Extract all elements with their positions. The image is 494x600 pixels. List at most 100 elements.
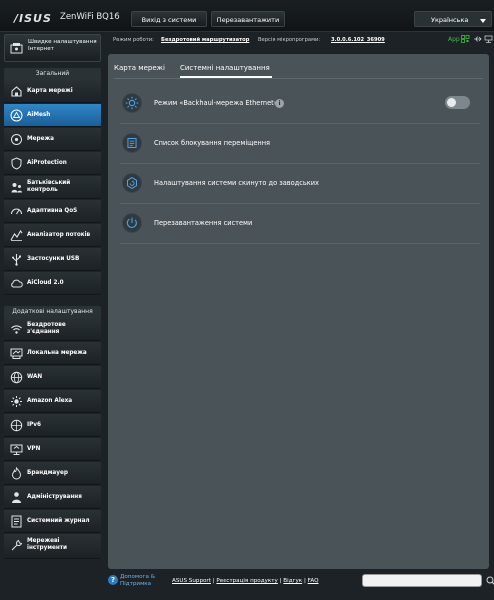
sidebar-item-label: WAN [27,374,43,380]
mode-link[interactable]: Бездротовий маршрутизатор [161,37,249,43]
roaming-block-list-label: Список блокування переміщення [154,139,271,147]
ethernet-backhaul-row: Режим «Backhaul-мережа Ethernet» i [120,84,480,124]
sidebar-item-label: Брандмауер [27,470,68,476]
sidebar-item-wan[interactable]: WAN [4,366,101,389]
faq-link[interactable]: FAQ [308,578,319,584]
chevron-down-icon [480,19,486,23]
tab-network-map[interactable]: Карта мережі [114,64,165,72]
quick-setup-label: Швидке налаштування Інтернет [28,39,97,52]
sidebar-item-label: Мережа [27,136,54,142]
sidebar-item-lan[interactable]: Локальна мережа [4,342,101,365]
ethernet-backhaul-label: Режим «Backhaul-мережа Ethernet» [154,99,278,107]
toggle-knob [447,98,456,107]
sidebar-item-network[interactable]: Мережа [4,128,101,151]
sidebar-item-aiprotection[interactable]: AiProtection [4,152,101,175]
reset-icon [122,173,142,193]
network-status-icon[interactable] [484,35,493,43]
network-icon [11,134,22,145]
roaming-block-list-row[interactable]: Список блокування переміщення [120,124,480,164]
network-tools-icon [11,539,23,551]
sidebar-item-label: IPv6 [27,422,41,428]
reboot-button[interactable]: Перезавантажити [211,11,285,27]
sidebar-item-label: AiMesh [27,112,51,118]
qos-icon [10,208,23,215]
quick-internet-setup[interactable]: Швидке налаштування Інтернет [4,34,101,62]
quick-setup-icon [10,43,23,54]
sidebar-item-label: Мережеві інструменти [27,538,68,551]
usb-icon [12,254,21,266]
footer-links: ASUS Support | Реєстрація продукту | Від… [172,578,319,584]
factory-reset-row[interactable]: Налаштування системи скинуто до заводськ… [120,164,480,204]
sidebar-item-usb-apps[interactable]: Застосунки USB [4,248,101,271]
sidebar-item-aicloud[interactable]: AiCloud 2.0 [4,272,101,295]
footer: ? Допомога & Підтримка ASUS Support | Ре… [108,572,494,592]
search-input[interactable] [362,574,482,587]
wan-icon [10,371,23,384]
mode-label: Режим роботи: [113,37,154,43]
firmware-link[interactable]: 3.0.0.6.102_36909 [331,37,385,43]
info-bar: Режим роботи: Бездротовий маршрутизатор … [108,34,494,46]
asus-support-link[interactable]: ASUS Support [172,578,211,584]
sidebar-item-label: Системний журнал [27,518,90,524]
admin-icon [12,492,21,503]
shield-icon [11,157,22,170]
sidebar-item-firewall[interactable]: Брандмауер [4,462,101,485]
asus-logo[interactable]: /ISUS [14,12,52,25]
system-log-icon [11,515,22,528]
sidebar-item-ipv6[interactable]: IPv6 [4,414,101,437]
top-bar: /ISUS ZenWiFi BQ16 Вихід з системи Перез… [0,0,494,32]
search-icon[interactable] [486,576,494,586]
usb-status-icon[interactable] [473,35,482,43]
system-reboot-row[interactable]: Перезавантаження системи [120,204,480,244]
sidebar-item-system-log[interactable]: Системний журнал [4,510,101,533]
sidebar-item-network-tools[interactable]: Мережеві інструменти [4,534,101,559]
sidebar-item-traffic-analyzer[interactable]: Аналізатор потоків [4,224,101,247]
language-select[interactable]: Українська [414,11,492,27]
sidebar-item-administration[interactable]: Адміністрування [4,486,101,509]
sidebar-item-vpn[interactable]: VPN [4,438,101,461]
app-qr-icon[interactable] [461,35,470,43]
reboot-icon [122,213,142,233]
wireless-icon [11,325,22,334]
sidebar-item-adaptive-qos[interactable]: Адаптивна QoS [4,200,101,223]
info-icon[interactable]: i [275,99,284,108]
model-name: ZenWiFi BQ16 [60,12,120,22]
help-support-link[interactable]: Допомога & Підтримка [120,574,160,587]
sidebar-item-wireless[interactable]: Бездротове з'єднання [4,318,101,341]
sidebar-item-label: Amazon Alexa [27,398,73,404]
sidebar-item-aimesh[interactable]: AiMesh [4,104,101,127]
product-registration-link[interactable]: Реєстрація продукту [216,578,277,584]
cloud-icon [11,279,23,288]
sidebar-item-parental-control[interactable]: Батьківський контроль [4,176,101,199]
sidebar-item-label: AiCloud 2.0 [27,280,64,286]
ethernet-backhaul-toggle[interactable] [445,96,470,109]
vpn-icon [10,444,23,455]
firmware-label: Версія мікропрограми: [258,37,321,43]
sidebar-item-label: Локальна мережа [27,350,87,356]
lan-icon [10,348,23,359]
app-label[interactable]: App [448,36,460,43]
tab-system-settings[interactable]: Системні налаштування [180,64,270,72]
network-map-icon [11,86,22,97]
sidebar-item-label: Адаптивна QoS [27,208,78,214]
list-icon [122,133,142,153]
feedback-link[interactable]: Відгук [283,578,302,584]
main-panel: Карта мережі Системні налаштування Режим… [108,54,489,569]
firewall-icon [11,467,22,480]
parental-control-icon [11,183,22,193]
sidebar-item-label: Бездротове з'єднання [27,322,66,335]
sidebar-item-network-map[interactable]: Карта мережі [4,80,101,103]
aimesh-icon [10,109,23,122]
help-icon[interactable]: ? [108,575,118,585]
sidebar-item-label: VPN [27,446,41,452]
sidebar-item-label: Аналізатор потоків [27,232,91,238]
sidebar-item-amazon-alexa[interactable]: Amazon Alexa [4,390,101,413]
general-section-title: Загальний [4,68,101,80]
sidebar-item-label: Застосунки USB [27,256,80,262]
language-value: Українська [431,16,469,24]
alexa-icon [11,396,22,407]
logout-button[interactable]: Вихід з системи [131,11,207,27]
ipv6-icon [10,419,23,432]
ethernet-backhaul-icon [122,93,142,113]
traffic-analyzer-icon [10,230,23,241]
